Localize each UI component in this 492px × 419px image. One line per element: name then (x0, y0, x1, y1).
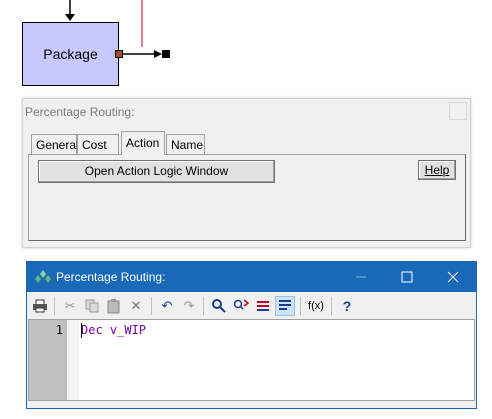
output-connector-icon (162, 50, 170, 58)
window-title: Percentage Routing: (56, 270, 166, 284)
code-editor[interactable]: 1 Dec v_WIP (28, 319, 475, 401)
tab-name[interactable]: Name (166, 134, 205, 154)
dialog-title: Percentage Routing: (25, 105, 135, 119)
help-icon[interactable]: ? (337, 296, 357, 316)
minimize-button[interactable] (338, 262, 384, 292)
cut-icon[interactable]: ✂ (60, 296, 80, 316)
app-icon (35, 270, 51, 283)
open-action-logic-button[interactable]: Open Action Logic Window (38, 160, 275, 183)
package-label: Package (43, 46, 98, 62)
window-bottom-edge (27, 401, 476, 408)
redo-icon[interactable]: ↷ (179, 296, 199, 316)
delete-icon[interactable]: ✕ (126, 296, 146, 316)
close-button[interactable] (449, 102, 467, 120)
output-port-icon[interactable] (115, 50, 123, 58)
line-number-gutter: 1 (29, 320, 67, 400)
function-icon[interactable]: f(x) (306, 296, 326, 316)
tab-action[interactable]: Action (121, 131, 165, 155)
incoming-arrow-icon (65, 14, 75, 21)
tab-general[interactable]: General (31, 134, 79, 154)
undo-icon[interactable]: ↶ (157, 296, 177, 316)
replace-icon[interactable] (231, 296, 251, 316)
copy-icon[interactable] (82, 296, 102, 316)
close-window-button[interactable] (430, 262, 476, 292)
editor-toolbar: ✂ ✕ ↶ ↷ f(x) ? (27, 293, 476, 319)
title-bar[interactable]: Percentage Routing: (27, 262, 476, 292)
tab-cost[interactable]: Cost (77, 134, 119, 154)
help-button[interactable]: Help (418, 160, 456, 180)
diagram-canvas[interactable]: Package (0, 0, 492, 96)
word-wrap-icon[interactable] (275, 296, 295, 316)
print-icon[interactable] (30, 296, 50, 316)
package-node[interactable]: Package (22, 22, 119, 86)
percentage-routing-dialog: Percentage Routing: General Cost Action … (22, 98, 471, 248)
action-logic-window: Percentage Routing: ✂ ✕ ↶ ↷ f(x) ? 1 Dec… (26, 261, 477, 409)
code-line[interactable]: Dec v_WIP (81, 323, 146, 337)
paste-icon[interactable] (104, 296, 124, 316)
line-number: 1 (55, 323, 63, 337)
maximize-button[interactable] (384, 262, 430, 292)
bookmark-icon[interactable] (253, 296, 273, 316)
fold-margin (67, 320, 79, 400)
tab-panel-action: Open Action Logic Window Help (28, 154, 466, 241)
text-caret (81, 323, 82, 338)
find-icon[interactable] (209, 296, 229, 316)
